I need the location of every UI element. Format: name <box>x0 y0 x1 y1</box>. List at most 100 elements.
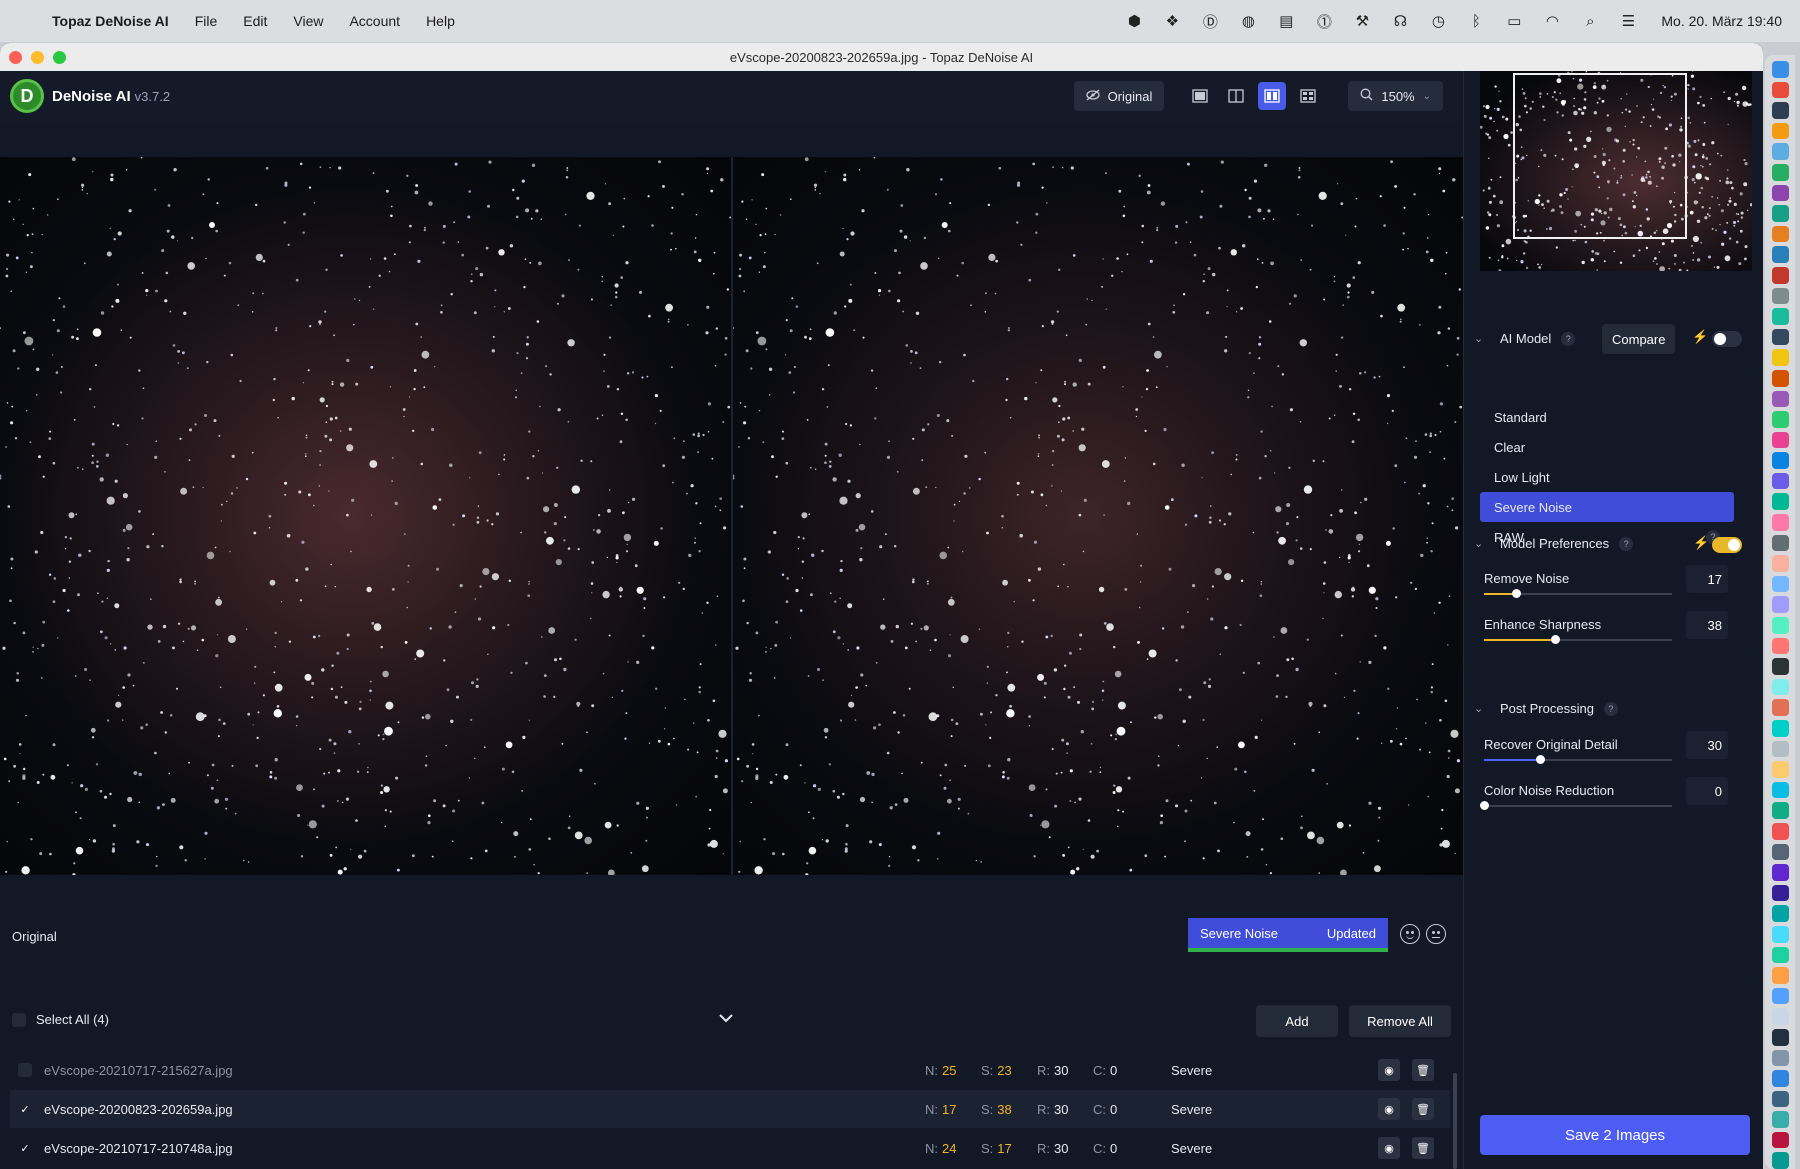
hexagon-icon[interactable]: ⬢ <box>1123 12 1145 30</box>
dock-app-icon[interactable] <box>1771 102 1789 119</box>
navigator-viewport-frame[interactable] <box>1513 73 1687 239</box>
select-all-checkbox[interactable] <box>12 1012 26 1027</box>
split-view-button[interactable] <box>1222 82 1250 110</box>
time-machine-icon[interactable]: ◷ <box>1427 12 1449 30</box>
dock-app-icon[interactable] <box>1771 122 1789 140</box>
dock-app-icon[interactable] <box>1771 308 1789 325</box>
preview-original-pane[interactable] <box>0 157 731 875</box>
dock-app-icon[interactable] <box>1771 781 1789 799</box>
dock-app-icon[interactable] <box>1771 61 1789 78</box>
bluetooth-icon[interactable]: ᛒ <box>1465 12 1487 30</box>
minimize-window-button[interactable] <box>31 50 44 64</box>
menu-app-name[interactable]: Topaz DeNoise AI <box>52 13 169 29</box>
navigator-thumbnail[interactable] <box>1480 71 1752 271</box>
file-checkbox[interactable] <box>18 1063 32 1077</box>
dock-app-icon[interactable] <box>1771 617 1789 634</box>
dock-app-icon[interactable] <box>1771 575 1789 593</box>
side-by-side-view-button[interactable] <box>1258 82 1287 110</box>
model-clear[interactable]: Clear <box>1480 432 1734 462</box>
helmet-icon[interactable]: ◍ <box>1237 12 1259 30</box>
file-checkbox[interactable]: ✓ <box>18 1102 32 1116</box>
dock-app-icon[interactable] <box>1771 534 1789 552</box>
dock-app-icon[interactable] <box>1771 205 1789 222</box>
menu-view[interactable]: View <box>293 13 323 29</box>
dock-app-icon[interactable] <box>1771 637 1789 655</box>
help-icon[interactable]: ? <box>1603 701 1618 716</box>
slider-knob[interactable] <box>1480 801 1489 810</box>
close-window-button[interactable] <box>9 50 22 64</box>
password-icon[interactable]: ⓵ <box>1313 12 1335 31</box>
recover-detail-value[interactable]: 30 <box>1686 731 1728 759</box>
dock-app-icon[interactable] <box>1771 390 1789 408</box>
menu-edit[interactable]: Edit <box>243 13 267 29</box>
remove-noise-slider[interactable]: Remove Noise 17 <box>1484 565 1734 598</box>
zoom-window-button[interactable] <box>53 50 66 64</box>
dock-app-icon[interactable] <box>1771 287 1789 305</box>
dock-app-icon[interactable] <box>1771 802 1789 819</box>
d-app-icon[interactable]: Ⓓ <box>1199 12 1221 31</box>
model-severe-noise[interactable]: Severe Noise <box>1480 492 1734 522</box>
sidebar-icon[interactable]: ▤ <box>1275 12 1297 30</box>
dock-app-icon[interactable] <box>1771 452 1789 469</box>
model-status-chip[interactable]: Severe Noise Updated <box>1188 918 1388 952</box>
neutral-feedback-icon[interactable] <box>1426 924 1446 944</box>
tools-icon[interactable]: ⚒ <box>1351 12 1373 30</box>
chevron-down-icon[interactable] <box>718 1010 734 1026</box>
slider-track[interactable] <box>1484 589 1672 598</box>
dock-app-icon[interactable] <box>1771 1070 1789 1087</box>
dock-app-icon[interactable] <box>1771 967 1789 984</box>
preview-eye-icon[interactable]: ◉ <box>1378 1098 1400 1120</box>
show-original-button[interactable]: Original <box>1073 81 1165 111</box>
dock-app-icon[interactable] <box>1771 720 1789 737</box>
grid-view-button[interactable] <box>1294 82 1322 110</box>
slider-track[interactable] <box>1484 635 1672 644</box>
ai-model-auto-toggle[interactable] <box>1712 331 1742 347</box>
slider-track[interactable] <box>1480 801 1672 810</box>
dock-app-icon[interactable] <box>1771 411 1789 428</box>
menu-file[interactable]: File <box>195 13 218 29</box>
dock-app-icon[interactable] <box>1771 184 1789 202</box>
model-standard[interactable]: Standard <box>1480 402 1734 432</box>
preview-eye-icon[interactable]: ◉ <box>1378 1137 1400 1159</box>
preview-processed-pane[interactable] <box>733 157 1463 875</box>
dock-app-icon[interactable] <box>1771 349 1789 366</box>
dock-app-icon[interactable] <box>1771 1111 1789 1128</box>
dock-app-icon[interactable] <box>1771 246 1789 263</box>
recover-detail-slider[interactable]: Recover Original Detail 30 <box>1484 731 1734 764</box>
filelist-scrollbar[interactable] <box>1453 1073 1457 1169</box>
dock-app-icon[interactable] <box>1771 843 1789 861</box>
dock-app-icon[interactable] <box>1771 864 1789 881</box>
help-icon[interactable]: ? <box>1619 536 1634 551</box>
wifi-icon[interactable]: ◠ <box>1541 12 1563 30</box>
remove-noise-value[interactable]: 17 <box>1686 565 1728 593</box>
select-all-row[interactable]: Select All (4) <box>12 1012 109 1027</box>
slider-knob[interactable] <box>1551 635 1561 644</box>
trash-icon[interactable]: 🗑 <box>1412 1059 1434 1081</box>
trash-icon[interactable]: 🗑 <box>1412 1137 1434 1159</box>
save-images-button[interactable]: Save 2 Images <box>1480 1115 1750 1155</box>
dock-app-icon[interactable] <box>1771 596 1789 614</box>
dock-app-icon[interactable] <box>1771 1049 1789 1067</box>
dock-app-icon[interactable] <box>1771 658 1789 675</box>
file-row[interactable]: ✓ eVscope-20210717-210748a.jpg N: 24 S: 17… <box>10 1129 1450 1167</box>
auto-preferences-toggle[interactable] <box>1712 537 1742 553</box>
dock-app-icon[interactable] <box>1771 369 1789 387</box>
single-view-button[interactable] <box>1186 82 1214 110</box>
dock-app-icon[interactable] <box>1771 81 1789 99</box>
dock-app-icon[interactable] <box>1771 905 1789 922</box>
dock-app-icon[interactable] <box>1771 1028 1789 1046</box>
enhance-sharpness-value[interactable]: 38 <box>1686 611 1728 639</box>
menu-help[interactable]: Help <box>426 13 455 29</box>
search-icon[interactable]: ⌕ <box>1579 12 1601 30</box>
compare-button[interactable]: Compare <box>1602 324 1676 354</box>
dock-app-icon[interactable] <box>1771 555 1789 572</box>
dock-app-icon[interactable] <box>1771 266 1789 284</box>
zoom-dropdown[interactable]: 150% ⌄ <box>1348 81 1443 111</box>
file-row[interactable]: eVscope-20210717-215627a.jpg N: 25 S: 23 R… <box>10 1051 1450 1089</box>
dock-app-icon[interactable] <box>1771 740 1789 758</box>
dock-app-icon[interactable] <box>1771 925 1789 943</box>
file-checkbox[interactable]: ✓ <box>18 1141 32 1155</box>
dock-app-icon[interactable] <box>1771 1090 1789 1108</box>
enhance-sharpness-slider[interactable]: Enhance Sharpness 38 <box>1484 611 1734 644</box>
menubar-clock[interactable]: Mo. 20. März 19:40 <box>1661 13 1782 29</box>
